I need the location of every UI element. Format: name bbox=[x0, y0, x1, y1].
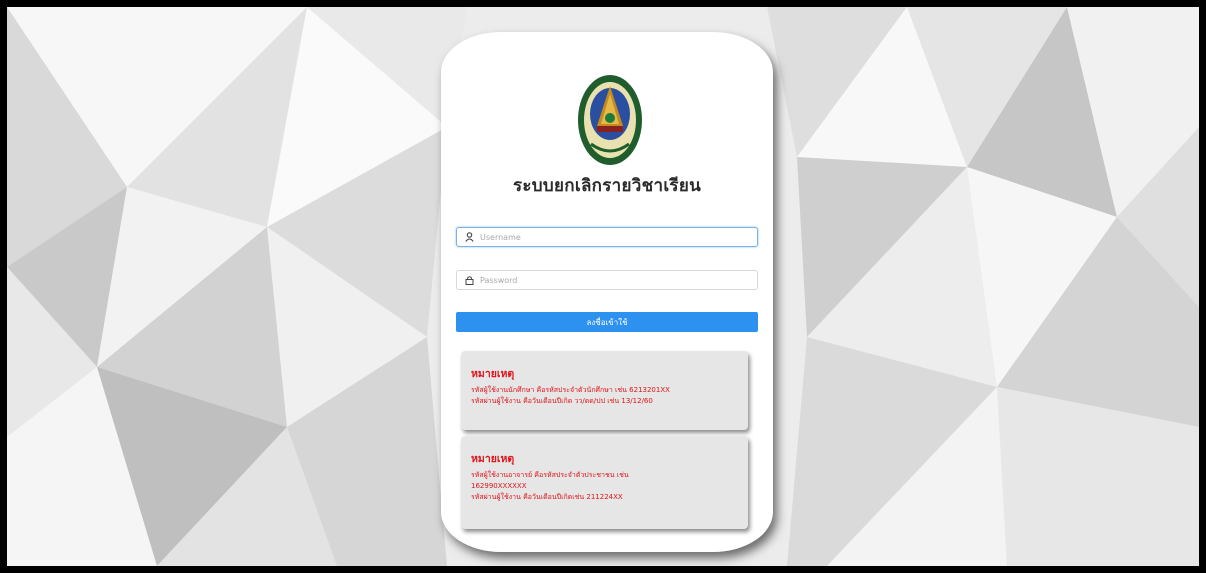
password-field[interactable] bbox=[456, 270, 758, 290]
note-line: 162990XXXXXX bbox=[471, 482, 527, 490]
password-input[interactable] bbox=[480, 275, 750, 285]
page-title: ระบบยกเลิกรายวิชาเรียน bbox=[512, 176, 702, 196]
student-note-box: หมายเหตุ รหัสผู้ใช้งานนักศึกษา คือรหัสปร… bbox=[461, 351, 748, 430]
note-line: รหัสผ่านผู้ใช้งาน คือวันเดือนปีเกิดเช่น … bbox=[471, 493, 623, 501]
university-seal-logo bbox=[578, 75, 642, 165]
username-input[interactable] bbox=[480, 232, 750, 242]
login-button[interactable]: ลงชื่อเข้าใช้ bbox=[456, 312, 758, 332]
note-title: หมายเหตุ bbox=[471, 453, 515, 465]
note-line: รหัสผ่านผู้ใช้งาน คือวันเดือนปีเกิด วว/ด… bbox=[471, 397, 653, 405]
instructor-note-box: หมายเหตุ รหัสผู้ใช้งานอาจารย์ คือรหัสประ… bbox=[461, 436, 748, 529]
note-title: หมายเหตุ bbox=[471, 368, 515, 380]
lock-icon bbox=[461, 273, 477, 287]
note-line: รหัสผู้ใช้งานอาจารย์ คือรหัสประจำตัวประช… bbox=[471, 471, 629, 479]
user-icon bbox=[461, 230, 477, 244]
username-field[interactable] bbox=[456, 227, 758, 247]
note-line: รหัสผู้ใช้งานนักศึกษา คือรหัสประจำตัวนัก… bbox=[471, 386, 670, 394]
